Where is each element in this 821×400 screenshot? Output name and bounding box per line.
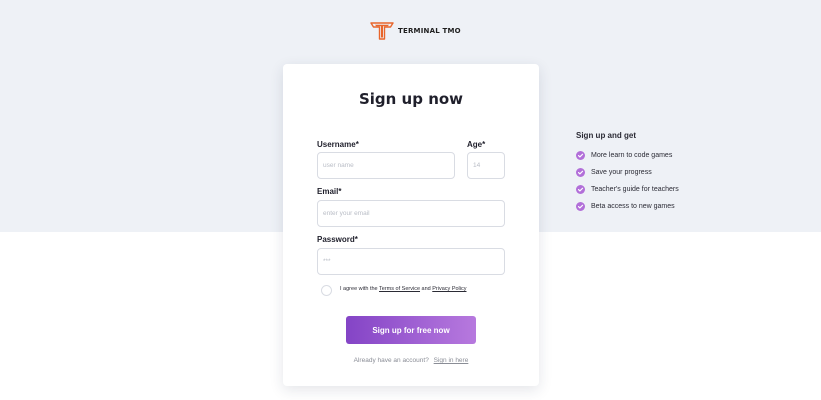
signin-link[interactable]: Sign in here [434, 357, 469, 364]
benefit-item: More learn to code games [576, 147, 679, 164]
benefit-item: Beta access to new games [576, 198, 679, 215]
check-circle-icon [576, 202, 585, 211]
password-input[interactable] [317, 248, 505, 275]
page-title: Sign up now [358, 90, 464, 108]
benefit-item: Save your progress [576, 164, 679, 181]
benefit-label: Teacher's guide for teachers [591, 186, 679, 193]
signup-button[interactable]: Sign up for free now [346, 316, 476, 344]
benefit-label: More learn to code games [591, 152, 673, 159]
benefit-item: Teacher's guide for teachers [576, 181, 679, 198]
agree-prefix: I agree with the [340, 286, 378, 292]
check-circle-icon [576, 151, 585, 160]
benefits-title: Sign up and get [576, 131, 636, 140]
check-circle-icon [576, 185, 585, 194]
email-label: Email* [317, 187, 342, 196]
privacy-link[interactable]: Privacy Policy [432, 286, 466, 292]
agree-conjunction: and [421, 286, 431, 292]
brand-name: TERMINAL TMO [398, 27, 461, 35]
terms-link[interactable]: Terms of Service [379, 286, 420, 292]
benefits-panel: Sign up and get More learn to code games… [576, 131, 679, 215]
username-label: Username* [317, 140, 359, 149]
username-input[interactable] [317, 152, 455, 179]
password-label: Password* [317, 235, 358, 244]
tmo-logo-icon [370, 22, 394, 40]
brand-logo[interactable]: TERMINAL TMO [370, 22, 461, 40]
benefit-label: Save your progress [591, 169, 652, 176]
signin-prompt: Already have an account? Sign in here [283, 357, 539, 364]
benefit-label: Beta access to new games [591, 203, 675, 210]
signup-card: Sign up now Username* Age* Email* Passwo… [283, 64, 539, 386]
terms-agreement: I agree with the Terms of Service and Pr… [340, 286, 467, 292]
signin-text: Already have an account? [353, 357, 429, 364]
age-label: Age* [467, 140, 486, 149]
check-circle-icon [576, 168, 585, 177]
email-input[interactable] [317, 200, 505, 227]
terms-checkbox[interactable] [321, 285, 332, 296]
age-input[interactable] [467, 152, 505, 179]
